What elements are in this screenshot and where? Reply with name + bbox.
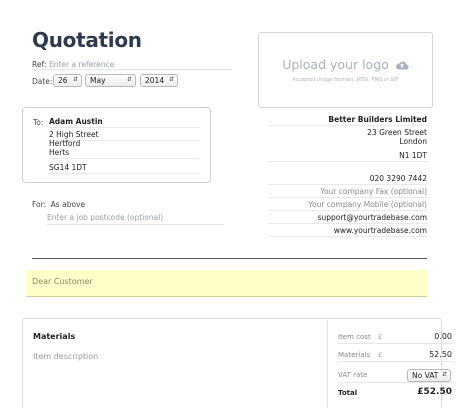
item-cost-input[interactable]: 0.00 (392, 332, 452, 341)
materials-section: Materials Item description (22, 318, 442, 408)
recipient-address-line-3[interactable]: Herts (49, 148, 199, 159)
total-label: Total (338, 389, 358, 397)
vat-underline (338, 382, 454, 383)
logo-upload-label: Upload your logo (259, 57, 432, 72)
company-name-field[interactable]: Better Builders Limited (268, 115, 428, 126)
logo-upload-area[interactable]: Upload your logo Accepted image formats:… (258, 32, 433, 108)
recipient-postcode-field[interactable]: SG14 1DT (49, 163, 199, 174)
item-cost-currency: £ (378, 333, 383, 341)
company-website-field[interactable]: www.yourtradebase.com (268, 226, 428, 237)
select-caret-icon: ⇵ (168, 76, 174, 83)
vat-rate-label: VAT rate (338, 371, 368, 379)
item-cost-label: Item cost (338, 333, 371, 341)
company-email-field[interactable]: support@yourtradebase.com (268, 213, 428, 224)
day-select[interactable]: 26 ⇵ (53, 74, 82, 87)
reference-row: Ref: Enter a reference (32, 58, 232, 70)
item-cost-underline (338, 343, 454, 344)
cloud-upload-icon (395, 61, 409, 70)
materials-currency: £ (378, 351, 383, 359)
vat-rate-select[interactable]: No VAT ⇵ (407, 369, 451, 382)
date-label: Date: (32, 77, 53, 86)
item-description-input[interactable]: Item description (33, 352, 98, 361)
job-postcode-input[interactable]: Enter a job postcode (optional) (47, 213, 224, 225)
recipient-card: To: Adam Austin 2 High Street Hertford H… (22, 107, 211, 183)
year-select[interactable]: 2014 ⇵ (140, 74, 178, 87)
company-phone-field[interactable]: 020 3290 7442 (268, 174, 428, 185)
total-value: £52.50 (417, 387, 452, 397)
select-caret-icon: ⇵ (126, 76, 132, 83)
company-address-line-3[interactable]: N1 1DT (268, 151, 428, 162)
for-value[interactable]: As above (51, 200, 85, 209)
select-caret-icon: ⇵ (72, 76, 78, 83)
materials-total-value: 52.50 (429, 350, 452, 359)
to-label: To: (33, 118, 44, 127)
materials-underline (338, 361, 454, 362)
greeting-field[interactable]: Dear Customer (26, 270, 427, 297)
for-label: For: (32, 200, 47, 209)
summary-divider (327, 320, 328, 408)
company-mobile-field[interactable]: Your company Mobile (optional) (268, 200, 428, 211)
reference-label: Ref: (32, 60, 47, 69)
company-fax-field[interactable]: Your company Fax (optional) (268, 187, 428, 198)
select-caret-icon: ⇵ (441, 371, 447, 378)
month-select[interactable]: May ⇵ (85, 74, 136, 87)
materials-total-label: Materials (338, 351, 371, 359)
reference-input[interactable]: Enter a reference (49, 60, 114, 69)
company-address-line-2[interactable]: London (268, 137, 428, 148)
section-divider (32, 258, 427, 259)
for-row: For: As above (32, 200, 222, 209)
materials-heading: Materials (33, 332, 76, 341)
logo-formats-note: Accepted image formats: JPEG, PNG or GIF (292, 77, 399, 83)
page-title: Quotation (32, 28, 142, 52)
recipient-name-field[interactable]: Adam Austin (49, 117, 199, 128)
